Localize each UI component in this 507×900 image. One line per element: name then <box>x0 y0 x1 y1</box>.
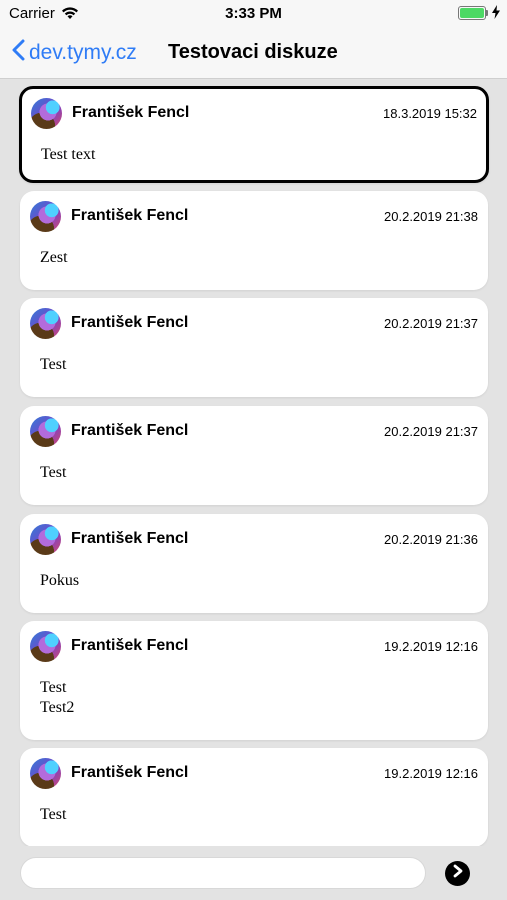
post-card[interactable]: František Fencl 20.2.2019 21:37 Test <box>20 298 488 397</box>
avatar[interactable] <box>31 98 62 129</box>
post-date: 18.3.2019 15:32 <box>383 106 477 121</box>
post-text: Pokus <box>40 572 80 589</box>
post-date: 19.2.2019 12:16 <box>384 639 478 654</box>
post-card[interactable]: František Fencl 20.2.2019 21:36 Pokus <box>20 514 488 613</box>
compose-bar <box>0 846 507 900</box>
post-date: 20.2.2019 21:36 <box>384 532 478 547</box>
page-title: Testovaci diskuze <box>168 41 338 63</box>
avatar[interactable] <box>30 758 61 789</box>
avatar[interactable] <box>30 631 61 662</box>
chevron-left-icon <box>12 39 29 67</box>
charging-bolt-icon <box>492 5 500 23</box>
post-text: Test Test2 <box>40 679 75 716</box>
post-author: František Fencl <box>71 637 189 654</box>
post-author: František Fencl <box>71 764 189 781</box>
post-text: Test <box>40 806 67 823</box>
post-date: 20.2.2019 21:38 <box>384 209 478 224</box>
post-author: František Fencl <box>71 207 189 224</box>
status-time: 3:33 PM <box>225 5 282 22</box>
back-button[interactable]: dev.tymy.cz <box>12 38 137 68</box>
post-card[interactable]: František Fencl 20.2.2019 21:37 Test <box>20 406 488 505</box>
post-card[interactable]: František Fencl 18.3.2019 15:32 Test tex… <box>19 86 489 183</box>
avatar[interactable] <box>30 416 61 447</box>
post-list[interactable]: František Fencl 18.3.2019 15:32 Test tex… <box>0 80 507 846</box>
post-text: Test <box>40 464 67 481</box>
avatar[interactable] <box>30 201 61 232</box>
post-date: 19.2.2019 12:16 <box>384 766 478 781</box>
status-bar: Carrier 3:33 PM <box>0 0 507 28</box>
post-text: Test <box>40 356 67 373</box>
post-text: Zest <box>40 249 68 266</box>
post-author: František Fencl <box>71 422 189 439</box>
avatar[interactable] <box>30 524 61 555</box>
chevron-right-icon <box>452 864 464 883</box>
avatar[interactable] <box>30 308 61 339</box>
back-button-label: dev.tymy.cz <box>29 41 137 64</box>
post-author: František Fencl <box>71 530 189 547</box>
post-card[interactable]: František Fencl 19.2.2019 12:16 Test <box>20 748 488 846</box>
navigation-bar: dev.tymy.cz Testovaci diskuze <box>0 28 507 79</box>
post-card[interactable]: František Fencl 19.2.2019 12:16 Test Tes… <box>20 621 488 740</box>
post-text: Test text <box>41 146 96 163</box>
battery-icon <box>458 6 488 20</box>
post-author: František Fencl <box>71 314 189 331</box>
post-date: 20.2.2019 21:37 <box>384 424 478 439</box>
post-date: 20.2.2019 21:37 <box>384 316 478 331</box>
send-button[interactable] <box>445 861 470 886</box>
post-author: František Fencl <box>72 104 190 121</box>
post-card[interactable]: František Fencl 20.2.2019 21:38 Zest <box>20 191 488 290</box>
message-input[interactable] <box>20 857 426 889</box>
